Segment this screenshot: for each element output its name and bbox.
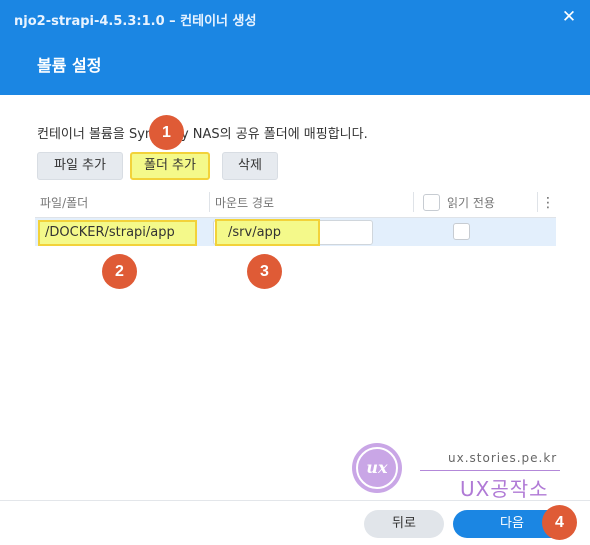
watermark-brand: UX공작소 [460,477,549,501]
delete-button[interactable]: 삭제 [222,152,278,180]
footer-divider [0,500,590,501]
window-title: njo2-strapi-4.5.3:1.0 – 컨테이너 생성 [14,14,257,29]
table-header-row: 파일/폴더 마운트 경로 읽기 전용 ⋮ [35,188,556,218]
read-only-all-checkbox[interactable] [423,194,440,211]
step-marker-2: 2 [102,254,137,289]
file-folder-cell[interactable]: /DOCKER/strapi/app [38,220,197,246]
column-menu-icon[interactable]: ⋮ [541,193,555,213]
step-marker-4: 4 [542,505,577,540]
description-text: 컨테이너 볼륨을 Synology NAS의 공유 폴더에 매핑합니다. [37,127,368,142]
add-folder-button[interactable]: 폴더 추가 [130,152,210,180]
column-header-read-only[interactable]: 읽기 전용 [447,188,495,218]
dialog-title: 볼륨 설정 [37,56,102,75]
watermark-divider [420,470,560,471]
watermark-logo: ux [352,443,402,493]
mount-path-value[interactable]: /srv/app [215,219,320,246]
close-icon[interactable]: ✕ [560,7,578,27]
watermark-url: ux.stories.pe.kr [448,451,558,465]
column-header-mount-path[interactable]: 마운트 경로 [210,188,410,218]
table-row[interactable]: /DOCKER/strapi/app /srv/app [35,218,556,246]
step-marker-3: 3 [247,254,282,289]
volume-table: 파일/폴더 마운트 경로 읽기 전용 ⋮ /DOCKER/strapi/app … [35,188,556,248]
read-only-checkbox[interactable] [453,223,470,240]
dialog-header: njo2-strapi-4.5.3:1.0 – 컨테이너 생성 ✕ 볼륨 설정 [0,0,590,95]
step-marker-1: 1 [149,115,184,150]
watermark-logo-text: ux [356,447,398,489]
column-divider[interactable] [537,192,538,212]
back-button[interactable]: 뒤로 [364,510,444,538]
column-divider[interactable] [413,192,414,212]
column-header-file-folder[interactable]: 파일/폴더 [35,188,207,218]
add-file-button[interactable]: 파일 추가 [37,152,123,180]
